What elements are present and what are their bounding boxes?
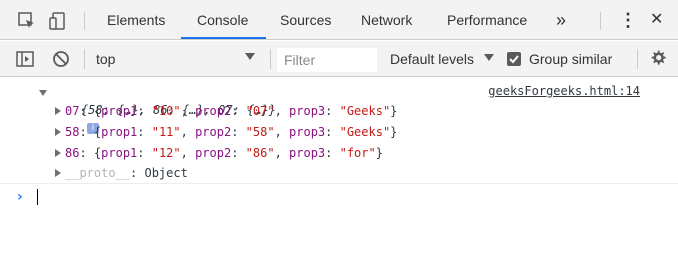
filter-input[interactable] [278, 49, 376, 71]
property-punct: : [325, 125, 340, 139]
filter-field[interactable] [277, 48, 377, 72]
property-punct: , [180, 146, 196, 160]
context-selector-value: top [96, 51, 116, 67]
group-similar-checkbox[interactable] [507, 52, 521, 66]
toolbar-divider [637, 49, 638, 69]
property-punct: } [390, 104, 398, 118]
prop-key: prop1 [101, 104, 138, 118]
collapse-arrow-icon[interactable] [39, 90, 47, 96]
console-output: {58: {…}, 86: {…}, 07: {…}} i geeksForge… [0, 78, 678, 269]
prop-key: prop3 [289, 146, 326, 160]
prop-key: prop3 [289, 104, 326, 118]
console-prompt-input[interactable] [37, 189, 38, 205]
expand-arrow-icon[interactable] [55, 128, 61, 136]
string-value: "Geeks" [339, 125, 391, 139]
toolbar-divider [600, 12, 601, 30]
console-toolbar: top Default levels Group similar [0, 41, 678, 77]
property-punct: : [130, 166, 145, 180]
context-selector[interactable]: top [92, 51, 262, 69]
prompt-chevron-icon: › [17, 189, 23, 205]
property-punct: : [137, 125, 152, 139]
string-value: "10" [151, 104, 181, 118]
property-punct: : [325, 146, 340, 160]
group-similar-label: Group similar [529, 51, 613, 67]
devtools-tabbar: Elements Console Sources Network Perform… [0, 0, 678, 40]
property-punct: : [137, 104, 152, 118]
property-key: 07 [65, 104, 80, 118]
console-message[interactable]: {58: {…}, 86: {…}, 07: {…}} i [52, 83, 276, 134]
property-punct: , [274, 104, 290, 118]
property-punct: , [180, 104, 196, 118]
object-property[interactable]: __proto__: Object [65, 164, 188, 182]
property-punct: : { [79, 146, 102, 160]
property-punct: : [231, 146, 246, 160]
property-punct: } [390, 125, 398, 139]
clear-console-icon[interactable] [52, 50, 70, 68]
property-punct: : [325, 104, 340, 118]
prop-key: prop3 [289, 125, 326, 139]
device-toolbar-icon[interactable] [49, 12, 67, 30]
console-settings-gear-icon[interactable] [649, 49, 667, 67]
string-value: "for" [339, 146, 376, 160]
object-property[interactable]: 86: {prop1: "12", prop2: "86", prop3: "f… [65, 144, 383, 162]
log-levels-arrow-icon[interactable] [484, 54, 494, 61]
prop-key: prop1 [101, 146, 138, 160]
tab-performance[interactable]: Performance [447, 0, 527, 40]
proto-value: Object [144, 166, 188, 180]
prop-key: prop2 [195, 125, 232, 139]
string-value: "11" [151, 125, 181, 139]
expand-arrow-icon[interactable] [55, 149, 61, 157]
property-punct: } [375, 146, 383, 160]
string-value: "86" [245, 146, 275, 160]
toolbar-divider [84, 12, 85, 30]
source-link[interactable]: geeksForgeeks.html:14 [488, 84, 640, 98]
property-punct: : { [79, 104, 102, 118]
object-property[interactable]: 58: {prop1: "11", prop2: "58", prop3: "G… [65, 123, 397, 141]
inspect-element-icon[interactable] [18, 12, 36, 30]
context-dropdown-arrow-icon[interactable] [245, 53, 255, 60]
property-punct: : [137, 146, 152, 160]
expand-arrow-icon[interactable] [55, 107, 61, 115]
message-divider [0, 183, 678, 184]
close-devtools-button[interactable]: ✕ [650, 0, 663, 40]
property-punct: , [274, 146, 290, 160]
prop-key: prop2 [195, 104, 232, 118]
tab-network[interactable]: Network [361, 0, 412, 40]
toolbar-divider [270, 49, 271, 69]
log-levels-dropdown[interactable]: Default levels [390, 51, 474, 67]
toolbar-divider [84, 49, 85, 69]
prop-key: prop1 [101, 125, 138, 139]
proto-key: __proto__ [65, 166, 131, 180]
property-punct: , [180, 125, 196, 139]
string-value: "58" [245, 125, 275, 139]
expand-arrow-icon[interactable] [55, 169, 61, 177]
tab-sources[interactable]: Sources [280, 0, 331, 40]
customize-menu-button[interactable]: ⋮ [619, 0, 637, 40]
property-key: 58 [65, 125, 80, 139]
property-punct: : [231, 125, 246, 139]
string-value: "12" [151, 146, 181, 160]
object-property[interactable]: 07: {prop1: "10", prop2: "07", prop3: "G… [65, 102, 397, 120]
more-tabs-button[interactable]: » [556, 0, 566, 40]
property-punct: : { [79, 125, 102, 139]
prop-key: prop2 [195, 146, 232, 160]
string-value: "Geeks" [339, 104, 391, 118]
string-value: "07" [245, 104, 275, 118]
tab-console[interactable]: Console [197, 0, 248, 40]
property-punct: : [231, 104, 246, 118]
sidebar-toggle-icon[interactable] [16, 50, 34, 68]
property-key: 86 [65, 146, 80, 160]
tab-elements[interactable]: Elements [107, 0, 165, 40]
property-punct: , [274, 125, 290, 139]
active-tab-indicator [181, 37, 266, 39]
